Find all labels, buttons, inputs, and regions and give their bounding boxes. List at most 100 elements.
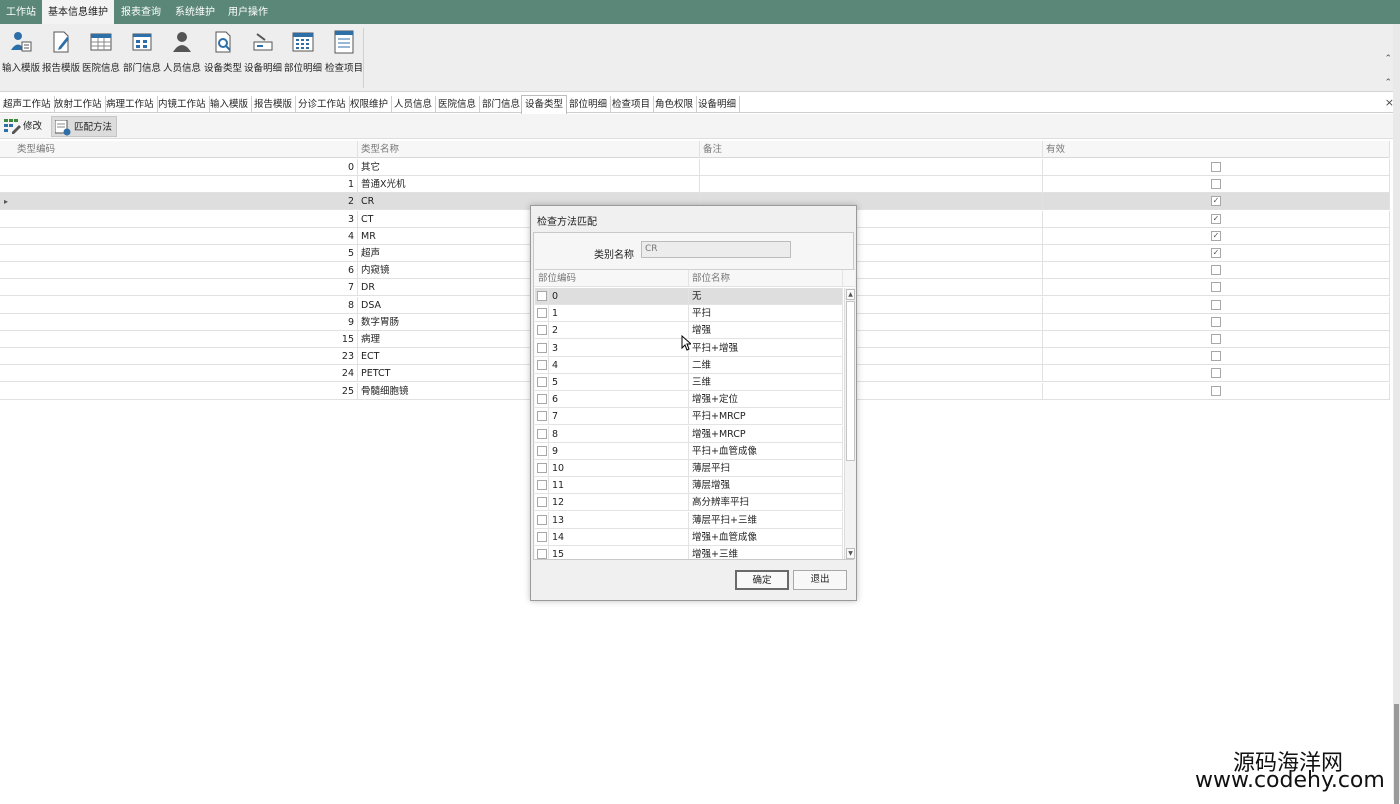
tab-hospital-info[interactable]: 医院信息 [435, 96, 481, 113]
table-row[interactable]: 1 普通X光机 [0, 176, 1390, 194]
column-header-note[interactable]: 备注 [700, 141, 1043, 158]
ok-button[interactable]: 确定 [735, 570, 789, 590]
tab-input-template[interactable]: 输入模版 [207, 96, 253, 113]
valid-checkbox[interactable] [1211, 316, 1221, 327]
valid-checkbox[interactable]: ✓ [1211, 196, 1221, 207]
select-cell [535, 305, 549, 323]
ribbon-report-template-button[interactable]: 报告模版 [40, 30, 82, 82]
select-checkbox[interactable] [537, 308, 547, 319]
valid-checkbox[interactable]: ✓ [1211, 230, 1221, 241]
list-item[interactable]: 12 高分辨率平扫 [535, 494, 843, 512]
ribbon-hospital-info-button[interactable]: 医院信息 [80, 30, 122, 82]
column-header-type-name[interactable]: 类型名称 [358, 141, 700, 158]
tab-radiology-station[interactable]: 放射工作站 [51, 96, 106, 113]
menu-item-reports[interactable]: 报表查询 [115, 0, 167, 24]
column-header-part-name[interactable]: 部位名称 [689, 270, 843, 287]
valid-checkbox[interactable] [1211, 351, 1221, 362]
scroll-up-icon[interactable]: ▲ [846, 289, 855, 300]
tab-pathology-station[interactable]: 病理工作站 [103, 96, 158, 113]
tab-person-info[interactable]: 人员信息 [391, 96, 437, 113]
window-scrollbar-thumb[interactable] [1394, 704, 1399, 804]
tab-role-permission[interactable]: 角色权限 [652, 96, 698, 113]
valid-checkbox[interactable] [1211, 282, 1221, 293]
valid-checkbox[interactable] [1211, 179, 1221, 190]
list-item[interactable]: 4 二维 [535, 356, 843, 374]
category-name-field[interactable]: CR [641, 241, 791, 258]
select-checkbox[interactable] [537, 497, 547, 508]
tab-report-template[interactable]: 报告模版 [251, 96, 297, 113]
select-checkbox[interactable] [537, 445, 547, 456]
valid-cell [1043, 348, 1390, 366]
tab-permission[interactable]: 权限维护 [347, 96, 393, 113]
select-checkbox[interactable] [537, 531, 547, 542]
ribbon-input-template-button[interactable]: 输入模版 [0, 30, 42, 82]
select-checkbox[interactable] [537, 463, 547, 473]
edit-button[interactable]: 修改 [1, 116, 46, 137]
device-type-icon [215, 31, 231, 53]
menu-item-workstation[interactable]: 工作站 [0, 0, 42, 24]
list-item[interactable]: 14 增强+血管成像 [535, 528, 843, 546]
tab-department-info[interactable]: 部门信息 [479, 96, 525, 113]
scrollbar-thumb[interactable] [846, 301, 855, 461]
menu-item-system[interactable]: 系统维护 [169, 0, 221, 24]
ribbon-device-detail-button[interactable]: 设备明细 [242, 30, 284, 82]
select-checkbox[interactable] [537, 549, 547, 559]
valid-checkbox[interactable] [1211, 385, 1221, 396]
column-header-part-code[interactable]: 部位编码 [535, 270, 689, 287]
valid-checkbox[interactable] [1211, 299, 1221, 310]
list-item[interactable]: 1 平扫 [535, 305, 843, 323]
exit-button[interactable]: 退出 [793, 570, 847, 590]
list-item[interactable]: 10 薄层平扫 [535, 460, 843, 477]
select-checkbox[interactable] [537, 480, 547, 491]
list-item[interactable]: 15 增强+三维 [535, 546, 843, 559]
table-row[interactable]: 0 其它 [0, 159, 1390, 176]
column-header-valid[interactable]: 有效 [1043, 141, 1390, 158]
select-checkbox[interactable] [537, 514, 547, 525]
ribbon-person-info-button[interactable]: 人员信息 [161, 30, 203, 82]
ribbon-collapse-icon[interactable]: ⌃ [1384, 54, 1392, 64]
ribbon-expand-icon[interactable]: ⌃ [1384, 78, 1392, 88]
list-item[interactable]: 9 平扫+血管成像 [535, 442, 843, 460]
valid-checkbox[interactable] [1211, 368, 1221, 379]
list-item[interactable]: 0无 [535, 288, 843, 305]
select-checkbox[interactable] [537, 428, 547, 439]
ribbon-body-part-detail-button[interactable]: 部位明细 [282, 30, 324, 82]
ribbon-department-info-button[interactable]: 部门信息 [121, 30, 163, 82]
list-item[interactable]: 8 增强+MRCP [535, 425, 843, 443]
list-item[interactable]: 5 三维 [535, 374, 843, 391]
match-method-button[interactable]: 匹配方法 [51, 116, 118, 137]
tab-endoscopy-station[interactable]: 内镜工作站 [155, 96, 210, 113]
list-item[interactable]: 7 平扫+MRCP [535, 408, 843, 426]
select-checkbox[interactable] [537, 377, 547, 387]
select-checkbox[interactable] [537, 291, 547, 301]
valid-checkbox[interactable] [1211, 334, 1221, 344]
list-item[interactable]: 11 薄层增强 [535, 477, 843, 495]
tab-triage-station[interactable]: 分诊工作站 [295, 96, 350, 113]
ribbon-device-type-button[interactable]: 设备类型 [202, 30, 244, 82]
valid-checkbox[interactable] [1211, 162, 1221, 172]
ribbon-label: 报告模版 [41, 63, 80, 74]
tab-device-type[interactable]: 设备类型 [521, 95, 568, 114]
select-checkbox[interactable] [537, 342, 547, 353]
select-checkbox[interactable] [537, 411, 547, 422]
select-checkbox[interactable] [537, 325, 547, 336]
window-scrollbar[interactable] [1393, 24, 1400, 804]
scroll-down-icon[interactable]: ▼ [846, 548, 855, 559]
tab-ultrasound-station[interactable]: 超声工作站 [0, 96, 55, 113]
tab-exam-item[interactable]: 检查项目 [609, 96, 655, 113]
dialog-grid-scrollbar[interactable]: ▲ ▼ [844, 288, 855, 559]
tab-device-detail[interactable]: 设备明细 [695, 96, 741, 113]
list-item[interactable]: 6 增强+定位 [535, 391, 843, 409]
menu-item-user-ops[interactable]: 用户操作 [222, 0, 274, 24]
valid-checkbox[interactable] [1211, 265, 1221, 276]
valid-checkbox[interactable]: ✓ [1211, 213, 1221, 224]
tab-body-part-detail[interactable]: 部位明细 [566, 96, 612, 113]
select-checkbox[interactable] [537, 359, 547, 370]
type-code-cell: 4 [14, 227, 358, 245]
menu-item-basic-info[interactable]: 基本信息维护 [42, 0, 114, 24]
select-checkbox[interactable] [537, 394, 547, 405]
valid-checkbox[interactable]: ✓ [1211, 248, 1221, 258]
list-item[interactable]: 13 薄层平扫+三维 [535, 511, 843, 529]
column-header-type-code[interactable]: 类型编码 [14, 141, 358, 158]
ribbon-exam-item-button[interactable]: 检查项目 [323, 30, 365, 82]
